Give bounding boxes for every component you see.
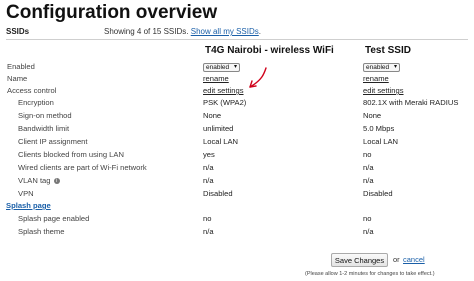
chevron-down-icon: ▾ [233, 64, 237, 70]
row-label: Encryption [18, 98, 54, 107]
or-text: or [393, 255, 400, 264]
row-label: Wired clients are part of Wi-Fi network [18, 163, 147, 172]
value-ssid1: None [203, 111, 222, 120]
value-ssid2: Local LAN [363, 137, 399, 146]
value-ssid1: n/a [203, 163, 214, 172]
row-sign-on-method: Sign-on method None None [0, 110, 474, 121]
row-access-control: Access control edit settings edit settin… [0, 85, 474, 96]
page-title: Configuration overview [6, 2, 218, 23]
column-header-test-ssid: Test SSID [365, 45, 411, 56]
value-ssid2: n/a [363, 176, 374, 185]
row-label: VLAN tag [18, 176, 51, 185]
value-ssid1: unlimited [203, 124, 234, 133]
row-label: Access control [7, 86, 57, 95]
row-wired-clients: Wired clients are part of Wi-Fi network … [0, 162, 474, 173]
enabled-select-ssid1[interactable]: enabled ▾ [203, 63, 240, 72]
edit-settings-link-ssid2[interactable]: edit settings [363, 85, 404, 96]
row-client-ip: Client IP assignment Local LAN Local LAN [0, 136, 474, 147]
value-ssid2: Disabled [363, 189, 393, 198]
info-icon[interactable]: i [53, 178, 60, 184]
divider [6, 39, 468, 40]
enabled-select-ssid2[interactable]: enabled ▾ [363, 63, 400, 72]
value-ssid2: n/a [363, 227, 374, 236]
cancel-link[interactable]: cancel [403, 255, 425, 264]
value-ssid2: n/a [363, 163, 374, 172]
row-splash-enabled: Splash page enabled no no [0, 213, 474, 224]
row-label: VPN [18, 189, 34, 198]
value-ssid1: yes [203, 150, 215, 159]
row-label: Sign-on method [18, 111, 72, 120]
row-name: Name rename rename [0, 73, 474, 84]
row-enabled: Enabled enabled ▾ enabled ▾ [0, 61, 474, 72]
row-bandwidth-limit: Bandwidth limit unlimited 5.0 Mbps [0, 123, 474, 134]
row-label: Bandwidth limit [18, 124, 70, 133]
row-label: Enabled [7, 62, 35, 71]
changes-note: (Please allow 1-2 minutes for changes to… [305, 271, 435, 277]
ssids-label: SSIDs [6, 27, 30, 36]
row-vlan-tag: VLAN tag i n/a n/a [0, 175, 474, 186]
save-changes-button[interactable]: Save Changes [331, 253, 388, 267]
row-splash-theme: Splash theme n/a n/a [0, 226, 474, 237]
show-all-ssids-link[interactable]: Show all my SSIDs [191, 27, 259, 36]
chevron-down-icon: ▾ [393, 64, 397, 70]
value-ssid2: 802.1X with Meraki RADIUS [363, 98, 459, 107]
value-ssid1: n/a [203, 176, 214, 185]
row-label: Splash theme [18, 227, 65, 236]
value-ssid1: Disabled [203, 189, 233, 198]
edit-settings-link-ssid1[interactable]: edit settings [203, 85, 244, 96]
row-encryption: Encryption PSK (WPA2) 802.1X with Meraki… [0, 97, 474, 108]
row-blocked-lan: Clients blocked from using LAN yes no [0, 149, 474, 160]
value-ssid1: PSK (WPA2) [203, 98, 247, 107]
rename-link-ssid1[interactable]: rename [203, 73, 229, 84]
value-ssid1: n/a [203, 227, 214, 236]
value-ssid1: Local LAN [203, 137, 239, 146]
column-header-t4g-nairobi: T4G Nairobi - wireless WiFi [205, 45, 334, 56]
row-label: Name [7, 74, 28, 83]
value-ssid2: 5.0 Mbps [363, 124, 395, 133]
value-ssid2: no [363, 150, 372, 159]
annotation-arrow-icon [249, 67, 267, 88]
value-ssid2: None [363, 111, 382, 120]
row-label: Client IP assignment [18, 137, 88, 146]
ssids-showing-text: Showing 4 of 15 SSIDs. [104, 27, 189, 36]
ssids-showing: Showing 4 of 15 SSIDs. Show all my SSIDs… [104, 27, 261, 36]
ssid-summary: SSIDs Showing 4 of 15 SSIDs. Show all my… [6, 27, 468, 43]
splash-page-section-link[interactable]: Splash page [6, 201, 51, 210]
row-label: Splash page enabled [18, 214, 90, 223]
row-label: Clients blocked from using LAN [18, 150, 124, 159]
row-vpn: VPN Disabled Disabled [0, 188, 474, 199]
value-ssid2: no [363, 214, 372, 223]
value-ssid1: no [203, 214, 212, 223]
rename-link-ssid2[interactable]: rename [363, 73, 389, 84]
